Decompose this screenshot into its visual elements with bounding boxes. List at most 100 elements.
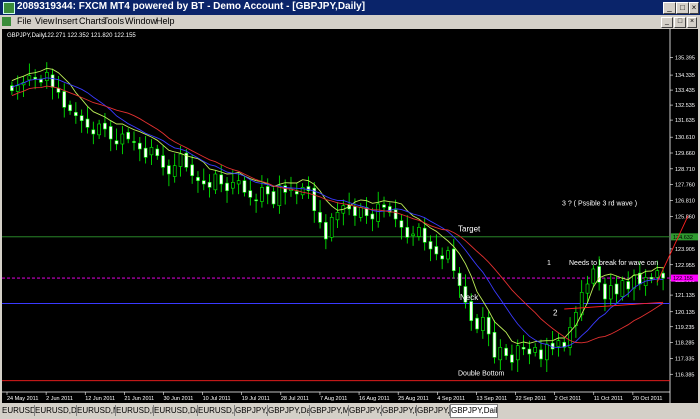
menu-file[interactable]: File [17,16,32,26]
candle-body [469,301,474,321]
candle-body [545,343,549,361]
maximize-button[interactable]: □ [676,2,689,14]
candle-body [62,91,67,108]
menu-tools[interactable]: Tools [103,16,124,26]
time-tick-label: 22 Sep 2011 [516,396,547,402]
menu-view[interactable]: View [35,16,54,26]
price-tick-label: 133.435 [675,88,695,94]
chart-annotation-text: 1 [547,260,551,267]
candle-body [591,268,596,284]
candle-body [97,123,101,136]
chart-tab[interactable]: GBPJPY,Daily [268,405,310,416]
candle-body [411,233,415,236]
chart-annotation-text: Double Bottom [458,371,504,378]
candle-body [132,141,136,143]
chart-tab[interactable]: GBPJPY,Daily [450,404,498,418]
candle-body [50,74,55,88]
chart-minimize-button[interactable]: _ [661,17,673,28]
time-tick-label: 10 Jul 2011 [203,396,231,402]
price-tick-label: 135.395 [675,55,695,61]
menu-help[interactable]: Help [156,16,175,26]
chart-annotation-text: Target [458,225,481,234]
candle-body [353,206,357,216]
chart-tab[interactable]: EURUSD,Daily [35,405,77,416]
price-chart: 135.395 134.335 133.435 132.535 131.635 130.6… [2,29,698,403]
chart-tab[interactable]: GBPJPY,H1 [349,405,382,416]
chart-area[interactable]: 135.395 134.335 133.435 132.535 131.635 130.6… [2,29,698,403]
candle-body [382,204,386,208]
chart-tab[interactable]: GBPJPY,H4 [382,405,417,416]
candle-body [149,147,154,156]
menu-bar: File View Insert Charts Tools Window Hel… [0,15,700,28]
menu-charts[interactable]: Charts [79,16,106,26]
chart-restore-button[interactable]: □ [674,17,686,28]
candle-body [556,340,561,347]
price-tick-label: 121.135 [675,293,695,299]
candle-body [329,217,334,238]
chart-close-button[interactable]: × [687,17,697,28]
candle-body [103,122,107,130]
chart-tab[interactable]: EURUSD,Daily [154,405,198,416]
time-tick-label: 13 Sep 2011 [476,396,507,402]
candle-body [632,275,636,289]
chart-annotation-text: Needs to break for wave con [569,260,658,267]
candle-body [481,317,485,331]
candle-body [550,342,555,350]
title-bar: 2089319344: FXCM MT4 powered by BT - Dem… [0,0,700,15]
candle-body [271,191,276,205]
candle-body [172,165,177,177]
candle-body [422,227,427,243]
candle-body [585,283,590,294]
chart-tab[interactable]: EURUSD,H4 [116,405,154,416]
candle-body [504,347,508,356]
candle-body [358,207,363,218]
chart-tab[interactable]: GBPJPY,H1 [235,405,268,416]
price-tick-label: 127.760 [675,183,695,189]
app-icon [3,2,15,14]
candle-body [655,270,660,278]
close-button[interactable]: × [689,2,699,14]
candle-body [614,283,619,295]
candle-body [539,349,543,360]
time-tick-label: 20 Oct 2011 [633,396,663,402]
candle-body [213,173,218,191]
candle-body [434,246,439,255]
chart-tab[interactable]: GBPJPY,M15 [310,405,349,416]
candle-body [399,220,404,228]
candle-body [178,153,183,167]
menu-window[interactable]: Window [125,16,157,26]
chart-tab[interactable]: EURUSD,M15 [77,405,116,416]
candle-body [603,283,607,300]
candle-body [492,332,497,358]
chart-tab[interactable]: EURUSD,M1 [198,405,235,416]
time-tick-label: 16 Aug 2011 [359,396,389,402]
chart-window-icon [2,17,11,26]
candle-body [527,348,532,355]
candle-body [405,227,410,238]
candle-body [661,272,665,279]
candle-body [277,185,282,206]
candle-body [265,186,270,195]
candle-body [260,187,264,202]
candle-body [167,165,171,175]
price-tick-label: 130.610 [675,135,695,141]
price-tick-label: 116.385 [675,372,694,378]
candle-body [440,255,444,260]
candle-body [446,250,450,260]
candle-body [620,280,625,297]
menu-insert[interactable]: Insert [55,16,78,26]
chart-annotation-text: 2 [553,309,558,318]
chart-tab[interactable]: EURUSD,H1 [2,405,35,416]
chart-tab[interactable]: GBPJPY,M1 [417,405,450,416]
price-tick-label: 119.235 [675,325,694,331]
candle-body [515,345,520,361]
price-tick-label: 126.810 [675,199,695,205]
price-tick-label: 122.955 [675,263,695,269]
price-tick-label: 131.635 [675,118,695,124]
candle-body [33,77,37,80]
candle-body [74,112,78,116]
level-price-label: 124.632 [673,235,693,241]
price-tick-label: 118.285 [675,341,694,347]
candle-body [79,115,84,121]
minimize-button[interactable]: _ [663,2,676,14]
